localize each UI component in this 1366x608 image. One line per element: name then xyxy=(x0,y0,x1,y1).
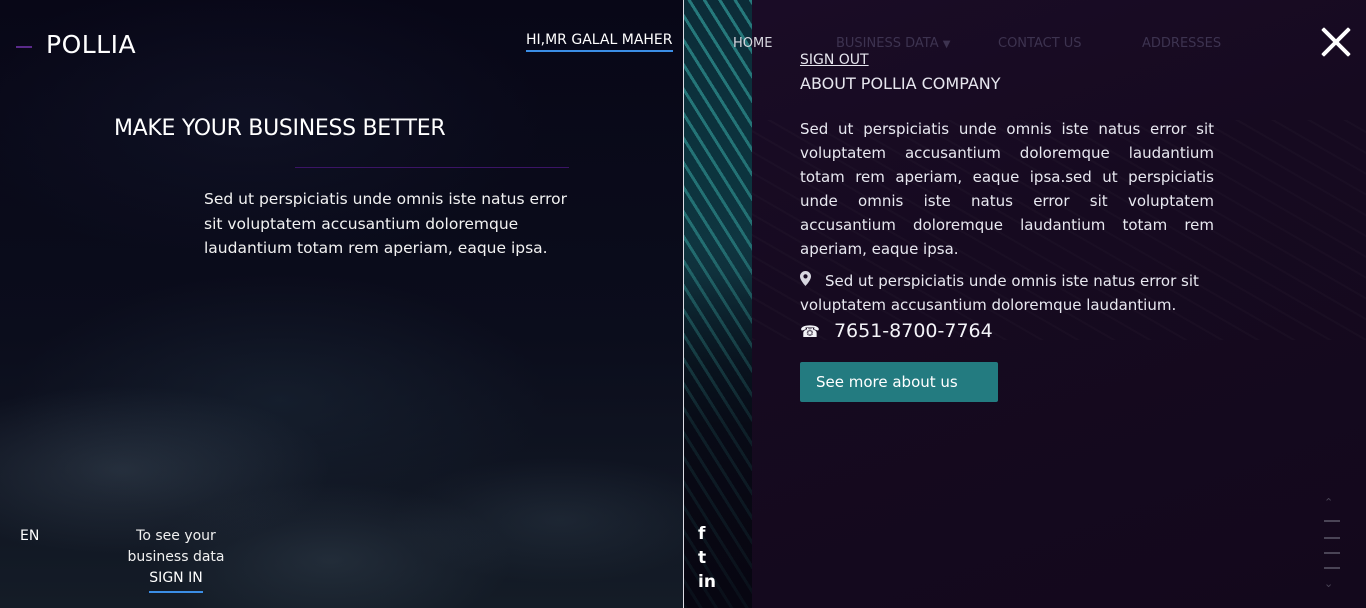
close-icon[interactable] xyxy=(1318,24,1354,60)
language-switch[interactable]: EN xyxy=(20,528,39,544)
user-greeting[interactable]: HI,MR GALAL MAHER xyxy=(526,32,673,52)
chevron-down-icon: ▼ xyxy=(942,39,951,50)
phone-block: ☎ 7651-8700-7764 xyxy=(800,320,993,342)
signin-prompt-line1: To see your xyxy=(136,528,216,544)
phone-icon: ☎ xyxy=(800,322,820,341)
nav-business-data[interactable]: BUSINESS DATA ▼ xyxy=(836,36,950,51)
hero-panel: POLLIA HI,MR GALAL MAHER MAKE YOUR BUSIN… xyxy=(0,0,683,608)
chevron-down-scroll-icon[interactable]: ⌄ xyxy=(1324,577,1333,590)
hero-title: MAKE YOUR BUSINESS BETTER xyxy=(114,116,446,141)
scroll-indicator[interactable] xyxy=(1324,567,1340,569)
about-title: ABOUT POLLIA COMPANY xyxy=(800,74,1001,93)
nav-contact[interactable]: CONTACT US xyxy=(998,36,1082,51)
about-text: Sed ut perspiciatis unde omnis iste natu… xyxy=(800,120,1214,258)
signin-prompt: To see your business data SIGN IN xyxy=(116,526,236,593)
facebook-icon[interactable]: f xyxy=(698,524,705,544)
logo-dash xyxy=(16,46,32,48)
scroll-indicator[interactable] xyxy=(1324,520,1340,522)
linkedin-icon[interactable]: in xyxy=(698,572,716,592)
signin-link[interactable]: SIGN IN xyxy=(149,568,203,593)
decorative-image-strip xyxy=(684,0,752,608)
chevron-up-icon[interactable]: ⌃ xyxy=(1324,496,1333,509)
brand-logo[interactable]: POLLIA xyxy=(46,30,136,59)
see-more-button[interactable]: See more about us xyxy=(800,362,998,402)
signin-prompt-line2: business data xyxy=(127,549,225,565)
tumblr-icon[interactable]: t xyxy=(698,548,706,568)
nav-addresses[interactable]: ADDRESSES xyxy=(1142,36,1221,51)
nav-home[interactable]: HOME xyxy=(733,36,772,51)
nav-business-data-label[interactable]: BUSINESS DATA xyxy=(836,36,939,51)
hero-text: Sed ut perspiciatis unde omnis iste natu… xyxy=(204,190,567,257)
scroll-indicator[interactable] xyxy=(1324,537,1340,539)
address-text: Sed ut perspiciatis unde omnis iste natu… xyxy=(800,272,1199,314)
hero-divider xyxy=(295,167,569,168)
signout-link[interactable]: SIGN OUT xyxy=(800,52,869,68)
user-greeting-text[interactable]: HI,MR GALAL MAHER xyxy=(526,32,673,52)
scroll-indicator[interactable] xyxy=(1324,552,1340,554)
address-block: Sed ut perspiciatis unde omnis iste natu… xyxy=(800,269,1280,317)
location-pin-icon xyxy=(800,269,811,293)
phone-number[interactable]: 7651-8700-7764 xyxy=(834,320,993,342)
